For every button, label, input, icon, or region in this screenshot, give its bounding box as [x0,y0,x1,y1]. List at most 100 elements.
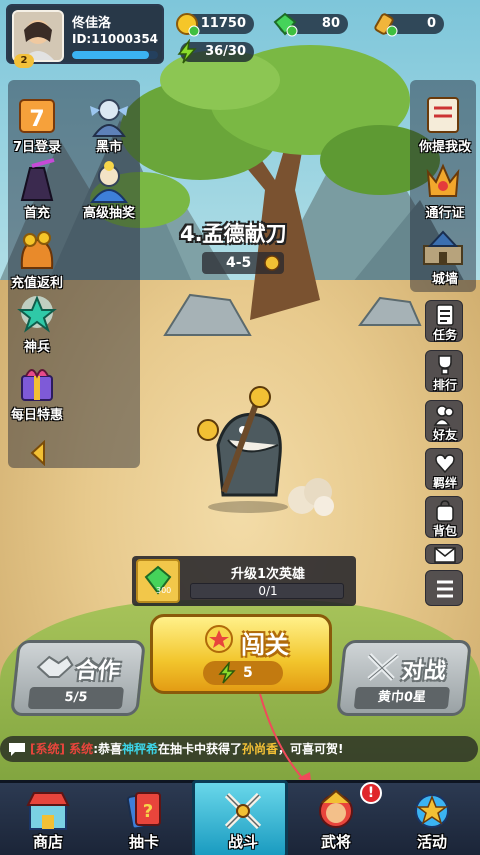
energy-counter[interactable]: 36/30 [177,39,254,64]
menu-label: 神兵 [23,340,50,355]
ranking-button[interactable]: 排行 [425,350,463,392]
bond-button[interactable]: 羁绊 [425,448,463,490]
nav-label: 抽卡 [128,833,159,851]
task-label: 任务 [432,328,457,342]
menu-label: 每日特惠 [10,408,63,423]
more-menu-button[interactable] [425,570,463,606]
exp-bar-fill [72,51,150,59]
coop-count: 5/5 [27,687,125,709]
menu-black-market[interactable]: 黑市 [76,92,140,156]
task-reward [136,559,180,603]
menu-recharge-rebate[interactable]: 充值返利 [4,228,68,292]
task-progress-bar: 0/1 [190,583,344,599]
reward-amount: 300 [156,586,172,595]
ticket-counter[interactable]: 0 [374,13,444,37]
premium-draw-icon [90,161,128,203]
nav-label: 活动 [416,833,447,851]
merchant-icon [90,99,128,137]
bottom-nav-bar: 商店 ? 抽卡 战斗 武将 活动 [0,780,480,855]
coop-button[interactable]: 合作 5/5 [10,640,146,716]
task-progress-text: 0/1 [258,584,278,598]
nav-card-draw[interactable]: ? 抽卡 [96,783,192,855]
coop-label: 合作 [74,659,122,684]
nav-shop[interactable]: 商店 [0,783,96,855]
gold-coin-icon [176,13,200,37]
generals-alert-badge: ! [360,782,382,804]
ticket-value: 0 [426,16,436,31]
rebate-icon [20,231,54,269]
lightning-icon [177,39,197,64]
stage-number: 4-5 [226,255,252,271]
versus-button[interactable]: 对战 黄巾0星 [336,640,472,716]
menu-label: 你提我改 [418,140,471,155]
green-gem-icon [144,565,172,595]
menu-divine-weapon[interactable]: 神兵 [4,292,68,356]
player-profile-card[interactable]: 2 佟佳洛 ID:11000354 [6,4,164,68]
menu-label: 城墙 [431,272,458,287]
chat-player-name: 神秤希 [122,742,159,756]
exp-bar [72,51,158,59]
treasure-icon [264,255,280,271]
menu-battle-pass[interactable]: 通行证 [412,158,476,222]
menu-label: 7日登录 [12,140,62,155]
task-icon [436,304,454,326]
mail-button[interactable] [425,544,463,564]
menu-7day-login[interactable]: 7 7日登录 [4,92,68,156]
upgrade-hero-task[interactable]: 300 升级1次英雄 0/1 [132,556,356,606]
menu-label: 黑市 [95,140,122,155]
feedback-icon [427,97,459,133]
menu-label: 通行证 [425,206,465,221]
divine-weapon-icon [17,295,57,333]
menu-daily-deal[interactable]: 每日特惠 [4,360,68,424]
shop-icon [26,792,70,830]
menu-feedback[interactable]: 你提我改 [412,92,476,156]
bond-label: 羁绊 [432,476,457,490]
system-chat-bar[interactable]: [系统] 系统:恭喜神秤希在抽卡中获得了孙尚香，可喜可贺! [0,736,478,762]
player-level-badge: 2 [14,54,34,68]
battle-icon [224,792,262,830]
task-button[interactable]: 任务 [425,300,463,342]
collapse-left-arrow-icon[interactable] [28,440,48,466]
first-recharge-icon [20,158,55,201]
friends-button[interactable]: 好友 [425,400,463,442]
menu-premium-draw[interactable]: 高级抽奖 [76,158,140,222]
gem-value: 80 [321,16,340,31]
chat-tag: [系统] [30,742,65,756]
nav-label: 武将 [320,833,351,851]
gold-value: 11750 [200,16,246,31]
gold-counter[interactable]: 11750 [176,13,254,37]
green-gem-icon [273,12,298,37]
menu-first-recharge[interactable]: 首充 [4,158,68,222]
lightning-icon [218,662,236,684]
calendar-7-icon: 7 [19,99,55,133]
stage-title: 4.孟德献刀 [180,222,287,246]
friends-label: 好友 [432,428,457,442]
scroll-ticket-icon [374,13,398,37]
handshake-icon [36,655,74,678]
card-draw-icon: ? [126,792,161,830]
friends-icon [433,405,454,426]
versus-rank: 黄巾0星 [353,687,451,709]
nav-events[interactable]: 活动 [384,783,480,855]
event-icon [415,794,449,828]
city-wall-icon [423,230,463,265]
nav-battle[interactable]: 战斗 [192,780,288,855]
challenge-button[interactable]: 闯关 5 [150,614,332,694]
medal-icon [205,625,233,653]
general-icon [319,789,353,828]
bag-button[interactable]: 背包 [425,496,463,538]
hamburger-menu-icon [437,580,453,598]
rock-decoration [163,293,252,336]
trophy-icon [438,355,452,375]
bag-label: 背包 [432,524,457,538]
ranking-label: 排行 [432,378,457,392]
chat-bubble-icon [9,743,25,756]
menu-label: 充值返利 [10,276,63,291]
stage-number-badge: 4-5 [202,252,284,274]
gem-counter[interactable]: 80 [273,12,348,37]
energy-cost-value: 5 [243,665,253,681]
rock-decoration [358,296,422,326]
versus-label: 对战 [400,659,448,684]
menu-city-wall[interactable]: 城墙 [412,224,476,288]
nav-label: 商店 [32,833,63,851]
